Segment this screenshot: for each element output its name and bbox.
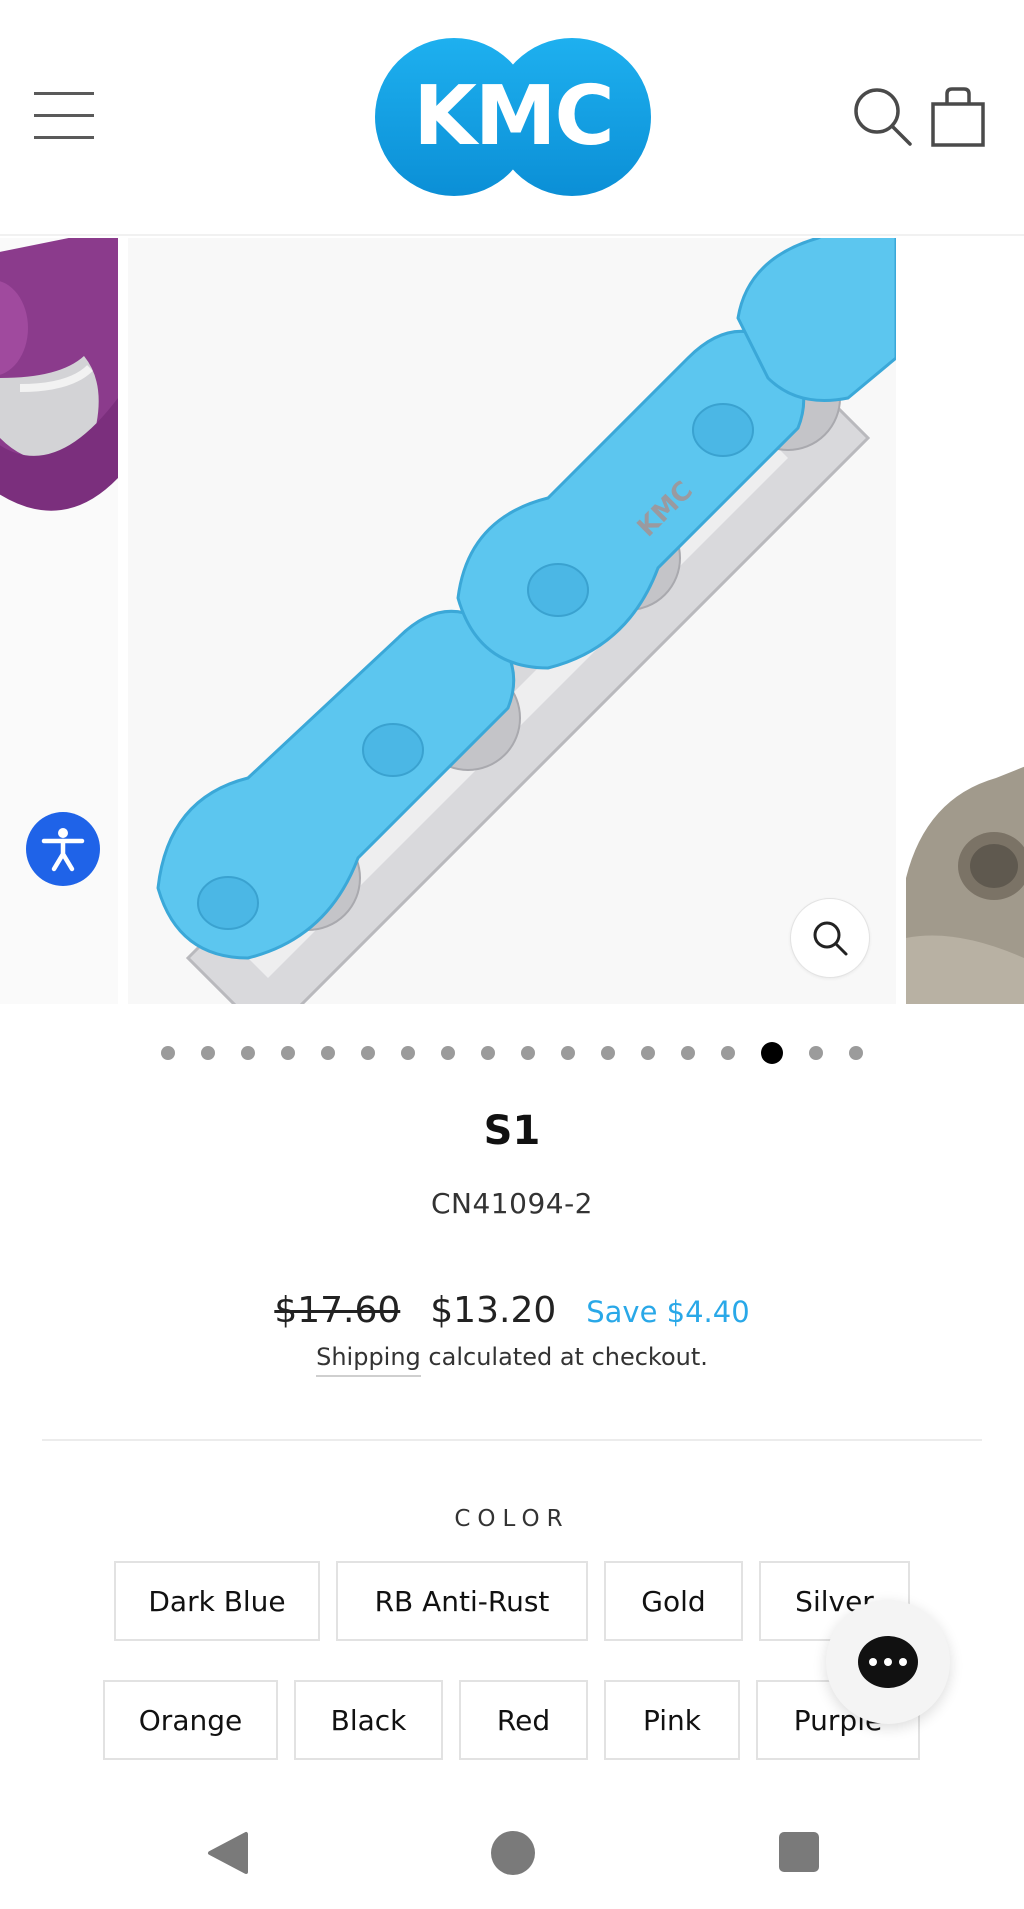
kmc-logo[interactable]: KMC xyxy=(375,38,651,196)
carousel-dot[interactable] xyxy=(201,1046,215,1060)
site-header: KMC xyxy=(0,0,1024,236)
color-option-gold[interactable]: Gold xyxy=(604,1561,743,1641)
carousel-dot[interactable] xyxy=(401,1046,415,1060)
carousel-dot[interactable] xyxy=(521,1046,535,1060)
divider xyxy=(42,1439,982,1441)
product-image-carousel[interactable]: KMC xyxy=(0,238,1024,1004)
carousel-dot[interactable] xyxy=(481,1046,495,1060)
main-product-image-s1-chain[interactable]: KMC xyxy=(128,238,896,1004)
carousel-dot-active[interactable] xyxy=(761,1042,783,1064)
carousel-pagination-dots xyxy=(0,1042,1024,1064)
carousel-dot[interactable] xyxy=(721,1046,735,1060)
color-option-pink[interactable]: Pink xyxy=(604,1680,740,1760)
accessibility-person-icon[interactable] xyxy=(26,812,100,886)
carousel-dot[interactable] xyxy=(361,1046,375,1060)
recents-square-icon[interactable] xyxy=(779,1832,819,1872)
carousel-dot[interactable] xyxy=(241,1046,255,1060)
carousel-dot[interactable] xyxy=(561,1046,575,1060)
carousel-dot[interactable] xyxy=(809,1046,823,1060)
previous-slide-purple-chain[interactable] xyxy=(0,238,118,1004)
back-triangle-icon[interactable] xyxy=(206,1830,250,1876)
hamburger-menu-icon[interactable] xyxy=(34,92,96,140)
carousel-dot[interactable] xyxy=(321,1046,335,1060)
carousel-dot[interactable] xyxy=(161,1046,175,1060)
carousel-dot[interactable] xyxy=(601,1046,615,1060)
shipping-link[interactable]: Shipping xyxy=(316,1343,421,1377)
logo-text: KMC xyxy=(413,69,612,164)
shipping-note-text: calculated at checkout. xyxy=(420,1343,708,1371)
chat-bubble-icon[interactable] xyxy=(826,1600,950,1724)
color-option-black[interactable]: Black xyxy=(294,1680,443,1760)
android-navigation-bar xyxy=(0,1800,1024,1909)
carousel-dot[interactable] xyxy=(441,1046,455,1060)
carousel-dot[interactable] xyxy=(641,1046,655,1060)
search-icon[interactable] xyxy=(852,86,914,148)
shipping-note: Shipping calculated at checkout. xyxy=(0,1343,1024,1377)
carousel-dot[interactable] xyxy=(849,1046,863,1060)
savings-badge: Save $4.40 xyxy=(586,1295,750,1329)
original-price: $17.60 xyxy=(274,1290,401,1331)
color-option-red[interactable]: Red xyxy=(459,1680,588,1760)
home-circle-icon[interactable] xyxy=(491,1831,535,1875)
sale-price: $13.20 xyxy=(430,1290,557,1331)
color-option-label: COLOR xyxy=(454,1506,570,1532)
color-option-rb-anti-rust[interactable]: RB Anti-Rust xyxy=(336,1561,588,1641)
next-slide-silver-chain[interactable] xyxy=(906,238,1024,1004)
zoom-search-icon[interactable] xyxy=(790,898,870,978)
shopping-bag-icon[interactable] xyxy=(930,86,986,148)
price-row: $17.60 $13.20 Save $4.40 xyxy=(0,1290,1024,1331)
product-sku: CN41094-2 xyxy=(431,1187,593,1220)
carousel-dot[interactable] xyxy=(681,1046,695,1060)
carousel-dot[interactable] xyxy=(281,1046,295,1060)
color-option-dark-blue[interactable]: Dark Blue xyxy=(114,1561,320,1641)
color-option-orange[interactable]: Orange xyxy=(103,1680,278,1760)
product-title: S1 xyxy=(483,1108,541,1154)
